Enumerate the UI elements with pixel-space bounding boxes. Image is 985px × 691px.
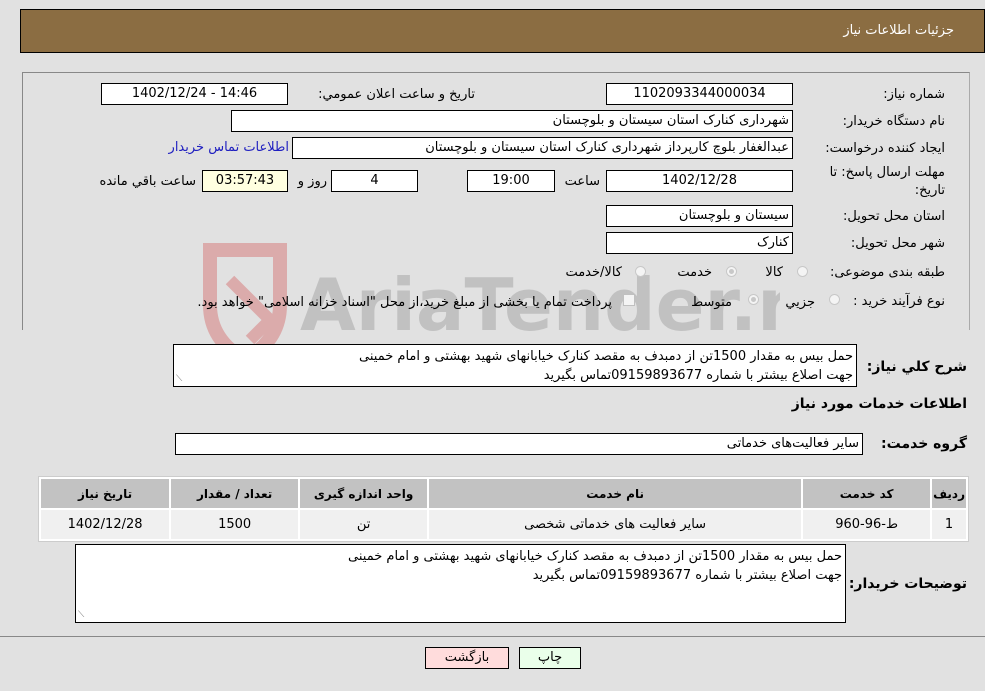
col-header-quantity: تعداد / مقدار bbox=[171, 479, 299, 508]
deadline-date-field: 1402/12/28 bbox=[606, 170, 793, 192]
buyer-org-label: نام دستگاه خریدار: bbox=[842, 114, 945, 129]
process-option-minor: جزيي bbox=[785, 295, 815, 310]
print-button[interactable]: چاپ bbox=[519, 647, 581, 669]
services-section-title: اطلاعات خدمات مورد نياز bbox=[791, 396, 967, 412]
remaining-label: ساعت باقي مانده bbox=[99, 174, 196, 189]
buyer-notes-line-2: جهت اصلاع بیشتر با شماره 09159893677تماس… bbox=[532, 568, 842, 583]
col-header-service-name: نام خدمت bbox=[429, 479, 802, 508]
process-radio-minor[interactable] bbox=[829, 294, 840, 305]
process-option-medium: متوسط bbox=[691, 295, 732, 310]
category-label: طبقه بندی موضوعی: bbox=[829, 265, 945, 280]
category-radio-service[interactable] bbox=[726, 266, 737, 277]
cell-unit: تن bbox=[300, 510, 428, 539]
col-header-service-code: کد خدمت bbox=[803, 479, 931, 508]
days-remaining-field: 4 bbox=[331, 170, 418, 192]
footer-divider bbox=[0, 636, 985, 637]
cell-row-number: 1 bbox=[932, 510, 966, 539]
col-header-need-date: تاریخ نیاز bbox=[41, 479, 170, 508]
treasury-checkbox[interactable] bbox=[623, 294, 635, 306]
services-table: ردیف کد خدمت نام خدمت واحد اندازه گیری ت… bbox=[38, 476, 969, 542]
deadline-time-label: ساعت bbox=[564, 174, 600, 189]
cell-quantity: 1500 bbox=[171, 510, 299, 539]
need-number-field: 1102093344000034 bbox=[606, 83, 793, 105]
service-group-field: سایر فعالیت‌های خدماتی bbox=[175, 433, 863, 455]
days-label: روز و bbox=[297, 174, 327, 189]
need-number-label: شماره نیاز: bbox=[883, 87, 945, 102]
announce-label: تاریخ و ساعت اعلان عمومي: bbox=[318, 87, 475, 102]
province-label: استان محل تحویل: bbox=[843, 209, 945, 224]
col-header-unit: واحد اندازه گیری bbox=[300, 479, 428, 508]
category-radio-goods-service[interactable] bbox=[635, 266, 646, 277]
category-option-goods: کالا bbox=[765, 265, 783, 280]
page-header: جزئیات اطلاعات نیاز bbox=[20, 9, 985, 53]
summary-line-1: حمل بیس به مقدار 1500تن از دمبدف به مقصد… bbox=[359, 349, 853, 364]
announce-field: 1402/12/24 - 14:46 bbox=[101, 83, 288, 105]
process-radio-medium[interactable] bbox=[748, 294, 759, 305]
category-radio-goods[interactable] bbox=[797, 266, 808, 277]
summary-label: شرح كلي نياز: bbox=[866, 359, 967, 375]
deadline-label: مهلت ارسال پاسخ: تا bbox=[829, 165, 945, 180]
page-title: جزئیات اطلاعات نیاز bbox=[843, 23, 954, 38]
buyer-notes-label: توضیحات خریدار: bbox=[848, 576, 967, 592]
deadline-time-field: 19:00 bbox=[467, 170, 555, 192]
buyer-notes-line-1: حمل بیس به مقدار 1500تن از دمبدف به مقصد… bbox=[348, 549, 842, 564]
city-field: کنارک bbox=[606, 232, 793, 254]
service-group-label: گروه خدمت: bbox=[881, 436, 967, 452]
buyer-notes-textarea[interactable]: حمل بیس به مقدار 1500تن از دمبدف به مقصد… bbox=[75, 544, 846, 623]
table-header-row: ردیف کد خدمت نام خدمت واحد اندازه گیری ت… bbox=[41, 479, 966, 508]
resize-grip-icon[interactable]: ⟋ bbox=[78, 611, 84, 620]
city-label: شهر محل تحویل: bbox=[850, 236, 945, 251]
creator-label: ایجاد کننده درخواست: bbox=[825, 141, 945, 156]
summary-line-2: جهت اصلاع بیشتر با شماره 09159893677تماس… bbox=[543, 368, 853, 383]
resize-grip-icon[interactable]: ⟋ bbox=[176, 375, 182, 384]
cell-service-name: سایر فعالیت های خدماتی شخصی bbox=[429, 510, 802, 539]
table-row: 1 ط-96-960 سایر فعالیت های خدماتی شخصی ت… bbox=[41, 510, 966, 539]
buyer-org-field: شهرداری کنارک استان سیستان و بلوچستان bbox=[231, 110, 793, 132]
creator-field: عبدالغفار بلوچ کارپرداز شهرداری کنارک اس… bbox=[292, 137, 793, 159]
col-header-row-number: ردیف bbox=[932, 479, 966, 508]
cell-service-code: ط-96-960 bbox=[803, 510, 931, 539]
process-label: نوع فرآیند خرید : bbox=[853, 294, 945, 309]
treasury-note: پرداخت تمام یا بخشی از مبلغ خرید،از محل … bbox=[197, 295, 612, 310]
remaining-time-field: 03:57:43 bbox=[202, 170, 288, 192]
cell-need-date: 1402/12/28 bbox=[41, 510, 170, 539]
deadline-label-2: تاریخ: bbox=[914, 183, 945, 198]
buyer-contact-link[interactable]: اطلاعات تماس خریدار bbox=[169, 140, 289, 155]
province-field: سیستان و بلوچستان bbox=[606, 205, 793, 227]
back-button[interactable]: بازگشت bbox=[425, 647, 509, 669]
summary-textarea[interactable]: حمل بیس به مقدار 1500تن از دمبدف به مقصد… bbox=[173, 344, 857, 387]
category-option-goods-service: کالا/خدمت bbox=[565, 265, 622, 280]
category-option-service: خدمت bbox=[677, 265, 712, 280]
